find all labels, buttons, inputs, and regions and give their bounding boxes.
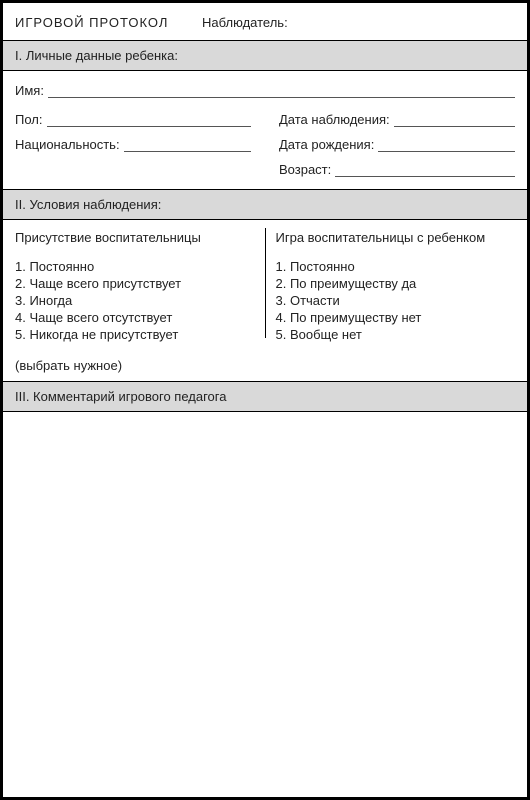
presence-options: 1. Постоянно 2. Чаще всего присутствует … (15, 259, 255, 342)
observation-date-input-line[interactable] (394, 113, 515, 127)
nationality-input-line[interactable] (124, 138, 251, 152)
presence-column: Присутствие воспитательницы 1. Постоянно… (15, 230, 265, 373)
form-header: ИГРОВОЙ ПРОТОКОЛ Наблюдатель: (3, 3, 527, 40)
play-column: Игра воспитательницы с ребенком 1. Посто… (266, 230, 516, 373)
observer-label: Наблюдатель: (202, 15, 288, 30)
choose-note: (выбрать нужное) (15, 358, 255, 373)
section-personal-data: I. Личные данные ребенка: Имя: Пол: (3, 40, 527, 189)
play-option[interactable]: 3. Отчасти (276, 293, 516, 308)
nationality-label: Национальность: (15, 137, 120, 152)
age-input-line[interactable] (335, 163, 515, 177)
gender-label: Пол: (15, 112, 43, 127)
play-title: Игра воспитательницы с ребенком (276, 230, 516, 245)
name-label: Имя: (15, 83, 44, 98)
section3-header: III. Комментарий игрового педагога (3, 382, 527, 411)
section2-body: Присутствие воспитательницы 1. Постоянно… (3, 219, 527, 381)
name-row: Имя: (15, 83, 515, 98)
name-input-line[interactable] (48, 84, 515, 98)
age-label: Возраст: (279, 162, 331, 177)
gender-input-line[interactable] (47, 113, 252, 127)
form-title: ИГРОВОЙ ПРОТОКОЛ (15, 15, 168, 30)
observation-date-label: Дата наблюдения: (279, 112, 390, 127)
commentary-area[interactable] (3, 411, 527, 739)
birth-date-input-line[interactable] (378, 138, 515, 152)
presence-title: Присутствие воспитательницы (15, 230, 255, 245)
presence-option[interactable]: 5. Никогда не присутствует (15, 327, 255, 342)
presence-option[interactable]: 2. Чаще всего присутствует (15, 276, 255, 291)
presence-option[interactable]: 4. Чаще всего отсутствует (15, 310, 255, 325)
play-option[interactable]: 1. Постоянно (276, 259, 516, 274)
play-option[interactable]: 2. По преимуществу да (276, 276, 516, 291)
section1-header: I. Личные данные ребенка: (3, 41, 527, 70)
presence-option[interactable]: 1. Постоянно (15, 259, 255, 274)
section2-header: II. Условия наблюдения: (3, 190, 527, 219)
play-options: 1. Постоянно 2. По преимуществу да 3. От… (276, 259, 516, 342)
play-option[interactable]: 4. По преимуществу нет (276, 310, 516, 325)
presence-option[interactable]: 3. Иногда (15, 293, 255, 308)
play-option[interactable]: 5. Вообще нет (276, 327, 516, 342)
section-observation-conditions: II. Условия наблюдения: Присутствие восп… (3, 189, 527, 381)
section-commentary: III. Комментарий игрового педагога (3, 381, 527, 739)
birth-date-label: Дата рождения: (279, 137, 374, 152)
section1-body: Имя: Пол: Национальность: (3, 70, 527, 189)
protocol-form: ИГРОВОЙ ПРОТОКОЛ Наблюдатель: I. Личные … (0, 0, 530, 800)
